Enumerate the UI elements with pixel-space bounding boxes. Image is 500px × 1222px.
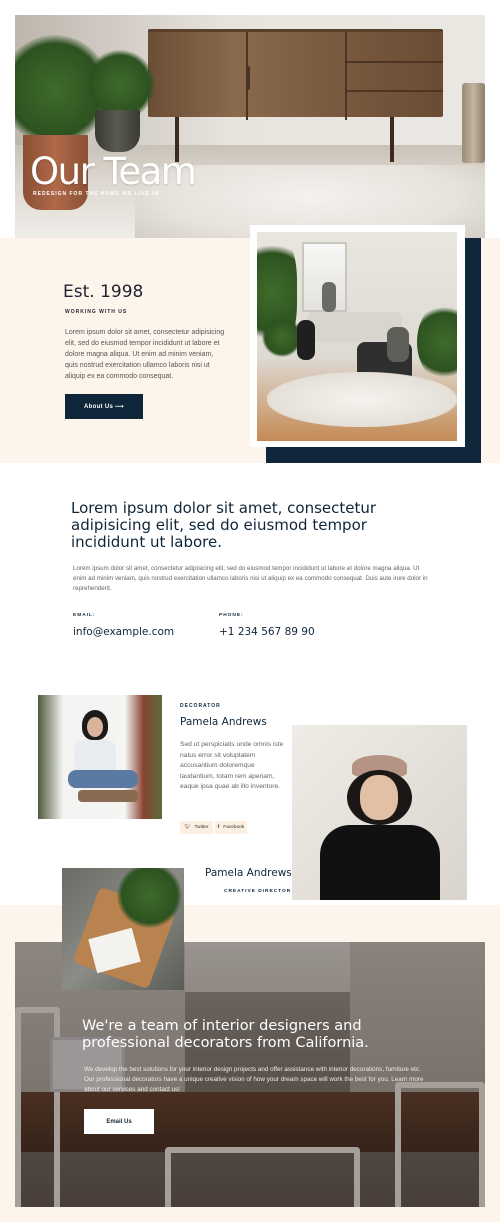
team-member-1-photo [38,695,162,819]
page-title: Our Team [30,150,197,193]
person [297,320,315,360]
member-1-role: DECORATOR [180,703,221,709]
twitter-link[interactable]: 🐦︎ Twitter [180,821,213,834]
sideboard-divider [345,32,347,120]
sideboard-drawer-line [347,90,443,92]
jeans [68,770,138,788]
about-body: Lorem ipsum dolor sit amet, consectetur … [65,329,225,380]
black-top [320,825,440,900]
email-label: EMAIL: [73,613,96,618]
twitter-icon: 🐦︎ [184,825,191,830]
phone-label: PHONE: [219,613,244,618]
sideboard-drawer-line [347,61,443,63]
cta-body: We develop the best solutions for your i… [84,1066,424,1093]
person [387,327,409,362]
plant-foliage [417,302,457,382]
facebook-link[interactable]: f Facebook [215,821,247,834]
about-eyebrow: WORKING WITH US [65,309,128,315]
twitter-label: Twitter [194,825,209,830]
intro-body: Lorem ipsum dolor sit amet, consectetur … [73,565,428,592]
plant-tray-photo [62,868,184,990]
face [87,717,103,737]
page: Our Team REDESIGN FOR THE HOME WE LIVE I… [0,0,500,1222]
member-1-name: Pamela Andrews [180,716,267,728]
team-member-2-photo [292,725,467,900]
sideboard-leg [390,117,394,162]
chair [78,790,138,802]
facebook-label: Facebook [223,825,245,830]
facebook-icon: f [217,825,220,830]
plant-basket [95,110,140,152]
phone-link[interactable]: +1 234 567 89 90 [219,626,315,638]
hero-basket [462,83,485,163]
hero-subtitle: REDESIGN FOR THE HOME WE LIVE IN [33,191,160,197]
member-2-name: Pamela Andrews [205,867,292,879]
member-2-role: CREATIVE DIRECTOR [224,889,292,894]
intro-heading: Lorem ipsum dolor sit amet, consectetur … [71,499,377,551]
about-heading: Est. 1998 [63,282,144,302]
email-link[interactable]: info@example.com [73,626,174,638]
sideboard-handle [246,66,250,90]
cta-heading: We're a team of interior designers and p… [82,1018,369,1051]
hero-banner [15,15,485,238]
rug [267,372,457,427]
face [360,775,398,820]
person [322,282,336,312]
living-room-photo [257,232,457,441]
member-1-bio: Sed ut perspiciatis unde omnis iste natu… [180,741,284,790]
email-us-button[interactable]: Email Us [84,1109,154,1134]
about-us-button[interactable]: About Us ⟶ [65,394,143,419]
hero-sideboard [148,29,443,120]
plant-foliage [262,317,302,357]
